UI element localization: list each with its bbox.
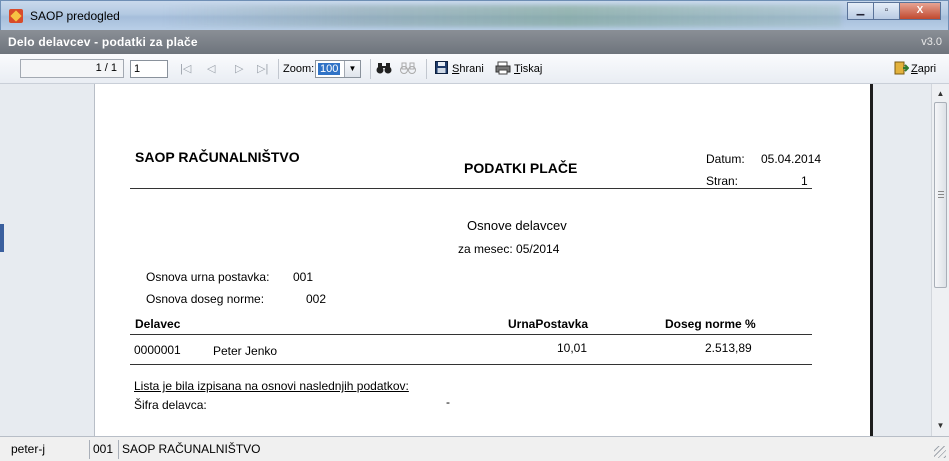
scrollbar-thumb[interactable] [934,102,947,288]
table-bottom-rule [130,364,812,365]
status-user: peter-j [11,442,46,456]
resize-grip-icon[interactable] [934,446,946,458]
scroll-up-icon[interactable]: ▲ [932,86,949,102]
param-value: 001 [293,270,314,284]
toolbar-separator [278,59,279,79]
maximize-button[interactable]: ▫ [873,2,899,20]
next-page-button[interactable]: ▷ [235,62,243,75]
app-icon [9,9,23,23]
report-window-title: Delo delavcev - podatki za plače [8,35,198,49]
window-title: SAOP predogled [30,9,120,23]
hourly-rate: 10,01 [557,341,588,355]
title-bar-glow [161,5,841,27]
filter-note: Lista je bila izpisana na osnovi nasledn… [134,379,409,393]
close-window-button[interactable]: X [899,2,941,20]
column-header-urna: UrnaPostavka [508,317,589,331]
last-page-button[interactable]: ▷| [257,62,268,75]
employee-id-label: Šifra delavca: [134,398,207,412]
page-label: Stran: [706,174,739,188]
zoom-label: Zoom: [283,63,315,75]
zoom-value: 100 [318,63,341,75]
left-edge-accent [0,224,4,252]
date-label: Datum: [706,152,745,166]
window-title-bar: SAOP predogled ▁ ▫ X [0,0,949,30]
column-header-doseg: Doseg norme % [665,317,756,331]
report-subtitle: Osnove delavcev [467,218,567,233]
binoculars-outline-icon[interactable] [400,61,416,78]
report-title: PODATKI PLAČE [464,160,578,176]
param-label: Osnova urna postavka: [146,270,270,284]
param-label: Osnova doseg norme: [146,292,265,306]
page-number-input[interactable]: 1 [130,60,168,78]
column-header-delavec: Delavec [135,317,181,331]
version-label: v3.0 [921,36,942,48]
report-month: za mesec: 05/2014 [458,242,560,256]
window-controls: ▁ ▫ X [847,2,941,20]
left-margin-panel [0,84,95,436]
printer-icon [495,61,511,78]
minimize-button[interactable]: ▁ [847,2,873,20]
zoom-select[interactable]: 100 ▼ [315,60,361,78]
page-value: 1 [801,174,808,188]
employee-code: 0000001 [134,343,181,357]
report-header-bar: Delo delavcev - podatki za plače v3.0 [0,30,949,54]
report-company: SAOP RAČUNALNIŠTVO [135,149,300,165]
right-margin-panel [873,84,931,436]
scroll-down-icon[interactable]: ▼ [932,418,949,434]
chevron-down-icon[interactable]: ▼ [344,61,360,77]
status-company-code: 001 [93,442,114,456]
toolbar-separator [370,59,371,79]
page-indicator: 1 / 1 [20,59,124,78]
status-company-name: SAOP RAČUNALNIŠTVO [122,442,261,456]
toolbar-separator [426,59,427,79]
floppy-disk-icon [435,61,448,77]
header-rule [130,188,812,189]
door-exit-icon [894,61,910,78]
param-value: 002 [306,292,327,306]
thumb-grip-icon [938,191,944,198]
status-bar: peter-j 001 SAOP RAČUNALNIŠTVO [0,436,949,461]
vertical-scrollbar[interactable]: ▲ ▼ [931,84,949,436]
employee-id-value: - [446,395,450,409]
binoculars-icon[interactable] [376,61,392,78]
previous-page-button[interactable]: ◁ [207,62,215,75]
employee-name: Peter Jenko [213,344,278,358]
norm-achievement: 2.513,89 [705,341,752,355]
first-page-button[interactable]: |◁ [180,62,191,75]
preview-toolbar: 1 / 1 1 |◁ ◁ ▷ ▷| Zoom: 100 ▼ Shrani Tis… [0,54,949,84]
table-header-rule [130,334,812,335]
date-value: 05.04.2014 [761,152,822,166]
